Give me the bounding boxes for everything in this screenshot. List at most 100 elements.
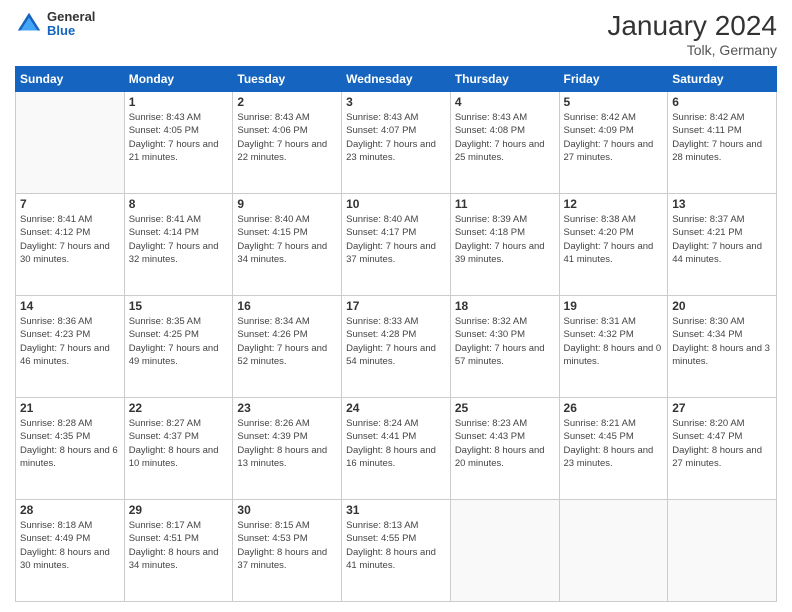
sunrise-text: Sunrise: 8:28 AM (20, 418, 92, 429)
weekday-header-sunday: Sunday (16, 67, 125, 92)
sunrise-text: Sunrise: 8:33 AM (346, 316, 418, 327)
day-number: 15 (129, 299, 229, 313)
sunset-text: Sunset: 4:11 PM (672, 125, 742, 136)
day-number: 11 (455, 197, 555, 211)
day-cell: 17Sunrise: 8:33 AMSunset: 4:28 PMDayligh… (342, 296, 451, 398)
daylight-text: Daylight: 7 hours and 39 minutes. (455, 241, 545, 265)
sunset-text: Sunset: 4:08 PM (455, 125, 525, 136)
day-info: Sunrise: 8:32 AMSunset: 4:30 PMDaylight:… (455, 315, 555, 368)
sunrise-text: Sunrise: 8:37 AM (672, 214, 744, 225)
day-cell: 30 Sunrise: 8:15 AMSunset: 4:53 PMDayligh… (233, 500, 342, 602)
logo-line1: General (47, 10, 95, 24)
sunset-text: Sunset: 4:30 PM (455, 329, 525, 340)
day-cell: 14Sunrise: 8:36 AMSunset: 4:23 PMDayligh… (16, 296, 125, 398)
day-cell: 27Sunrise: 8:20 AMSunset: 4:47 PMDayligh… (668, 398, 777, 500)
week-row-3: 14Sunrise: 8:36 AMSunset: 4:23 PMDayligh… (16, 296, 777, 398)
weekday-header-thursday: Thursday (450, 67, 559, 92)
day-cell: 8Sunrise: 8:41 AMSunset: 4:14 PMDaylight… (124, 194, 233, 296)
day-cell: 5Sunrise: 8:42 AMSunset: 4:09 PMDaylight… (559, 92, 668, 194)
sunrise-text: Sunrise: 8:43 AM (455, 112, 527, 123)
sunset-text: Sunset: 4:37 PM (129, 431, 199, 442)
week-row-2: 7 Sunrise: 8:41 AMSunset: 4:12 PMDaylight… (16, 194, 777, 296)
sunrise-text: Sunrise: 8:34 AM (237, 316, 309, 327)
sunset-text: Sunset: 4:06 PM (237, 125, 307, 136)
day-info: Sunrise: 8:20 AMSunset: 4:47 PMDaylight:… (672, 417, 772, 470)
day-cell: 6Sunrise: 8:42 AMSunset: 4:11 PMDaylight… (668, 92, 777, 194)
daylight-text: Daylight: 8 hours and 27 minutes. (672, 445, 762, 469)
day-number: 12 (564, 197, 664, 211)
sunset-text: Sunset: 4:55 PM (346, 533, 416, 544)
sunrise-text: Sunrise: 8:30 AM (672, 316, 744, 327)
day-info: Sunrise: 8:42 AMSunset: 4:09 PMDaylight:… (564, 111, 664, 164)
daylight-text: Daylight: 8 hours and 16 minutes. (346, 445, 436, 469)
daylight-text: Daylight: 7 hours and 23 minutes. (346, 139, 436, 163)
day-number: 28 (20, 503, 120, 517)
daylight-text: Daylight: 7 hours and 34 minutes. (237, 241, 327, 265)
daylight-text: Daylight: 7 hours and 25 minutes. (455, 139, 545, 163)
weekday-header-monday: Monday (124, 67, 233, 92)
sunset-text: Sunset: 4:18 PM (455, 227, 525, 238)
sunset-text: Sunset: 4:41 PM (346, 431, 416, 442)
sunrise-text: Sunrise: 8:17 AM (129, 520, 201, 531)
daylight-text: Daylight: 7 hours and 28 minutes. (672, 139, 762, 163)
day-cell: 11 Sunrise: 8:39 AM Sunset: 4:18 PM Dayligh… (450, 194, 559, 296)
day-cell: 15Sunrise: 8:35 AMSunset: 4:25 PMDayligh… (124, 296, 233, 398)
day-number: 4 (455, 95, 555, 109)
day-info: Sunrise: 8:37 AMSunset: 4:21 PMDaylight:… (672, 213, 772, 266)
weekday-header-row: SundayMondayTuesdayWednesdayThursdayFrid… (16, 67, 777, 92)
day-info: Sunrise: 8:42 AMSunset: 4:11 PMDaylight:… (672, 111, 772, 164)
sunrise-text: Sunrise: 8:36 AM (20, 316, 92, 327)
daylight-text: Daylight: 7 hours and 54 minutes. (346, 343, 436, 367)
day-info: Sunrise: 8:40 AMSunset: 4:15 PMDaylight:… (237, 213, 337, 266)
sunset-text: Sunset: 4:39 PM (237, 431, 307, 442)
day-info: Sunrise: 8:24 AMSunset: 4:41 PMDaylight:… (346, 417, 446, 470)
day-info: Sunrise: 8:15 AMSunset: 4:53 PMDaylight:… (237, 519, 337, 572)
day-cell: 13Sunrise: 8:37 AMSunset: 4:21 PMDayligh… (668, 194, 777, 296)
day-number: 14 (20, 299, 120, 313)
sunrise-text: Sunrise: 8:43 AM (237, 112, 309, 123)
sunrise-text: Sunrise: 8:31 AM (564, 316, 636, 327)
daylight-text: Daylight: 8 hours and 13 minutes. (237, 445, 327, 469)
day-info: Sunrise: 8:27 AMSunset: 4:37 PMDaylight:… (129, 417, 229, 470)
day-number: 20 (672, 299, 772, 313)
day-cell: 16Sunrise: 8:34 AMSunset: 4:26 PMDayligh… (233, 296, 342, 398)
day-cell: 29Sunrise: 8:17 AMSunset: 4:51 PMDayligh… (124, 500, 233, 602)
daylight-text: Daylight: 7 hours and 41 minutes. (564, 241, 654, 265)
sunset-text: Sunset: 4:45 PM (564, 431, 634, 442)
day-cell: 10Sunrise: 8:40 AMSunset: 4:17 PMDayligh… (342, 194, 451, 296)
day-cell: 7 Sunrise: 8:41 AMSunset: 4:12 PMDaylight… (16, 194, 125, 296)
sunrise-text: Sunrise: 8:38 AM (564, 214, 636, 225)
day-cell: 24 Sunrise: 8:24 AMSunset: 4:41 PMDayligh… (342, 398, 451, 500)
sunrise-text: Sunrise: 8:39 AM (455, 214, 527, 225)
logo-text: General Blue (47, 10, 95, 39)
sunset-text: Sunset: 4:47 PM (672, 431, 742, 442)
day-cell: 12Sunrise: 8:38 AMSunset: 4:20 PMDayligh… (559, 194, 668, 296)
day-cell: 3Sunrise: 8:43 AMSunset: 4:07 PMDaylight… (342, 92, 451, 194)
sunset-text: Sunset: 4:32 PM (564, 329, 634, 340)
day-cell: 25Sunrise: 8:23 AMSunset: 4:43 PMDayligh… (450, 398, 559, 500)
sunset-text: Sunset: 4:15 PM (237, 227, 307, 238)
day-number: 31 (346, 503, 446, 517)
day-number: 1 (129, 95, 229, 109)
sunrise-text: Sunrise: 8:40 AM (346, 214, 418, 225)
daylight-text: Daylight: 7 hours and 37 minutes. (346, 241, 436, 265)
day-cell (16, 92, 125, 194)
day-cell: 20Sunrise: 8:30 AMSunset: 4:34 PMDayligh… (668, 296, 777, 398)
day-number: 24 (346, 401, 446, 415)
day-number: 22 (129, 401, 229, 415)
day-info: Sunrise: 8:41 AMSunset: 4:12 PMDaylight:… (20, 213, 120, 266)
day-info: Sunrise: 8:18 AMSunset: 4:49 PMDaylight:… (20, 519, 120, 572)
day-number: 7 (20, 197, 120, 211)
sunrise-text: Sunrise: 8:41 AM (20, 214, 92, 225)
sunset-text: Sunset: 4:34 PM (672, 329, 742, 340)
week-row-1: 1Sunrise: 8:43 AMSunset: 4:05 PMDaylight… (16, 92, 777, 194)
day-number: 9 (237, 197, 337, 211)
sunset-text: Sunset: 4:26 PM (237, 329, 307, 340)
sunset-text: Sunset: 4:35 PM (20, 431, 90, 442)
day-info: Sunrise: 8:43 AMSunset: 4:06 PMDaylight:… (237, 111, 337, 164)
daylight-text: Daylight: 7 hours and 46 minutes. (20, 343, 110, 367)
day-number: 30 (237, 503, 337, 517)
daylight-text: Daylight: 8 hours and 0 minutes. (564, 343, 662, 367)
daylight-text: Daylight: 7 hours and 30 minutes. (20, 241, 110, 265)
day-cell: 18Sunrise: 8:32 AMSunset: 4:30 PMDayligh… (450, 296, 559, 398)
